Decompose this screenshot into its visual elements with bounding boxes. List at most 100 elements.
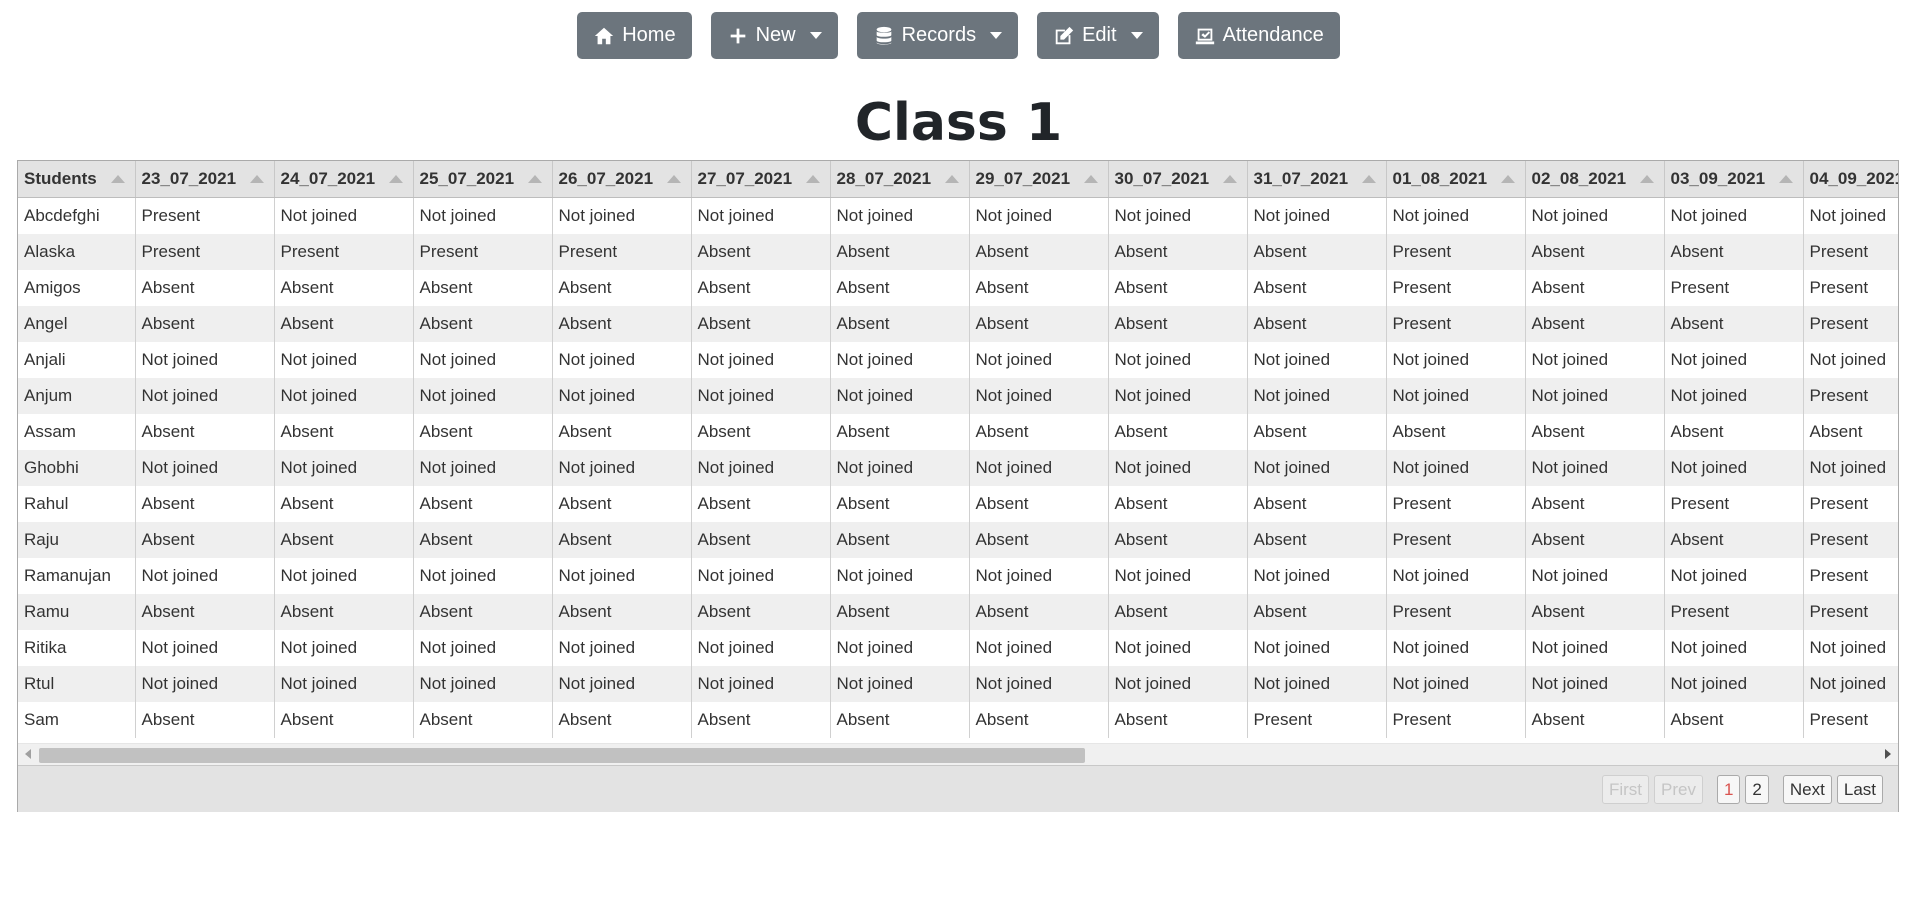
attendance-cell: Present: [1247, 702, 1387, 738]
scrollbar-thumb[interactable]: [39, 748, 1085, 763]
attendance-cell: Present: [1803, 378, 1898, 414]
attendance-cell: Not joined: [969, 666, 1109, 702]
attendance-cell: Not joined: [1386, 630, 1526, 666]
attendance-cell: Not joined: [830, 666, 970, 702]
sort-arrow-icon: [388, 175, 403, 183]
attendance-cell: Absent: [135, 594, 275, 630]
attendance-cell: Not joined: [1247, 558, 1387, 594]
attendance-cell: Not joined: [1525, 558, 1665, 594]
attendance-cell: Absent: [413, 522, 553, 558]
attendance-cell: Not joined: [969, 450, 1109, 486]
attendance-cell: Present: [1803, 558, 1898, 594]
attendance-cell: Not joined: [1247, 666, 1387, 702]
attendance-cell: Absent: [552, 594, 692, 630]
sort-arrow-icon: [1639, 175, 1654, 183]
attendance-cell: Not joined: [1386, 197, 1526, 234]
attendance-cell: Not joined: [1108, 342, 1248, 378]
attendance-cell: Absent: [274, 594, 414, 630]
horizontal-scrollbar[interactable]: [18, 743, 1898, 766]
attendance-cell: Not joined: [691, 558, 831, 594]
column-header-date[interactable]: 04_09_2021: [1803, 161, 1898, 198]
attendance-cell: Absent: [1664, 702, 1804, 738]
column-header-date[interactable]: 01_08_2021: [1386, 161, 1526, 198]
attendance-cell: Not joined: [274, 342, 414, 378]
attendance-cell: Absent: [1108, 486, 1248, 522]
attendance-cell: Absent: [1386, 414, 1526, 450]
column-header-date[interactable]: 28_07_2021: [830, 161, 970, 198]
attendance-cell: Present: [1803, 594, 1898, 630]
attendance-cell: Absent: [135, 414, 275, 450]
prev-page-button[interactable]: Prev: [1653, 775, 1703, 804]
column-header-date[interactable]: 29_07_2021: [969, 161, 1109, 198]
attendance-cell: Absent: [552, 414, 692, 450]
attendance-cell: Absent: [969, 702, 1109, 738]
attendance-cell: Not joined: [413, 450, 553, 486]
attendance-cell: Not joined: [1803, 197, 1898, 234]
attendance-cell: Not joined: [1664, 630, 1804, 666]
new-dropdown-button[interactable]: New: [710, 12, 838, 59]
column-header-label: 31_07_2021: [1253, 169, 1349, 188]
page-2-button[interactable]: 2: [1745, 775, 1769, 804]
attendance-cell: Not joined: [830, 630, 970, 666]
attendance-grid: Students 23_07_2021 24_07_2021 25_07_2021 26…: [17, 160, 1899, 812]
attendance-cell: Absent: [135, 522, 275, 558]
attendance-cell: Absent: [691, 594, 831, 630]
attendance-cell: Present: [1664, 270, 1804, 306]
records-dropdown-button[interactable]: Records: [856, 12, 1019, 59]
column-header-date[interactable]: 23_07_2021: [135, 161, 275, 198]
column-header-students[interactable]: Students: [18, 161, 136, 198]
student-name-cell: Sam: [18, 702, 136, 738]
attendance-cell: Not joined: [830, 342, 970, 378]
column-header-date[interactable]: 03_09_2021: [1664, 161, 1804, 198]
attendance-cell: Absent: [1664, 414, 1804, 450]
attendance-cell: Absent: [1525, 486, 1665, 522]
attendance-cell: Absent: [1525, 306, 1665, 342]
sort-arrow-icon: [1361, 175, 1376, 183]
attendance-cell: Not joined: [1247, 342, 1387, 378]
attendance-cell: Not joined: [1386, 558, 1526, 594]
next-page-button[interactable]: Next: [1782, 775, 1832, 804]
page-1-button[interactable]: 1: [1716, 775, 1741, 804]
sort-arrow-icon: [666, 175, 681, 183]
attendance-cell: Present: [1803, 486, 1898, 522]
attendance-cell: Absent: [691, 414, 831, 450]
attendance-cell: Absent: [969, 270, 1109, 306]
column-header-label: 30_07_2021: [1114, 169, 1210, 188]
scroll-left-icon[interactable]: [25, 749, 31, 759]
attendance-cell: Not joined: [691, 630, 831, 666]
student-name-cell: Assam: [18, 414, 136, 450]
column-header-date[interactable]: 02_08_2021: [1525, 161, 1665, 198]
attendance-cell: Absent: [1664, 522, 1804, 558]
attendance-button[interactable]: Attendance: [1177, 12, 1340, 59]
edit-dropdown-button[interactable]: Edit: [1037, 12, 1159, 59]
table-row: Ghobhi Not joined Not joined Not joined Not …: [18, 450, 1898, 486]
attendance-cell: Not joined: [691, 450, 831, 486]
column-header-date[interactable]: 27_07_2021: [691, 161, 831, 198]
attendance-cell: Not joined: [274, 450, 414, 486]
student-name-cell: Ritika: [18, 630, 136, 666]
column-header-date[interactable]: 24_07_2021: [274, 161, 414, 198]
column-header-date[interactable]: 26_07_2021: [552, 161, 692, 198]
attendance-cell: Not joined: [1803, 450, 1898, 486]
column-header-date[interactable]: 25_07_2021: [413, 161, 553, 198]
home-button[interactable]: Home: [577, 12, 692, 59]
attendance-cell: Absent: [1108, 306, 1248, 342]
attendance-cell: Absent: [691, 522, 831, 558]
scroll-right-icon[interactable]: [1885, 749, 1891, 759]
attendance-cell: Absent: [552, 522, 692, 558]
attendance-cell: Not joined: [1386, 378, 1526, 414]
records-label: Records: [901, 24, 977, 46]
sort-arrow-icon: [110, 175, 125, 183]
column-header-label: 29_07_2021: [975, 169, 1071, 188]
first-page-button[interactable]: First: [1601, 775, 1649, 804]
column-header-date[interactable]: 30_07_2021: [1108, 161, 1248, 198]
chevron-down-icon: [809, 32, 822, 39]
attendance-cell: Not joined: [274, 378, 414, 414]
column-header-date[interactable]: 31_07_2021: [1247, 161, 1387, 198]
attendance-cell: Absent: [1525, 702, 1665, 738]
attendance-cell: Present: [1386, 270, 1526, 306]
database-icon: [873, 25, 895, 47]
attendance-cell: Not joined: [1664, 342, 1804, 378]
last-page-button[interactable]: Last: [1836, 775, 1883, 804]
attendance-label: Attendance: [1222, 24, 1324, 46]
